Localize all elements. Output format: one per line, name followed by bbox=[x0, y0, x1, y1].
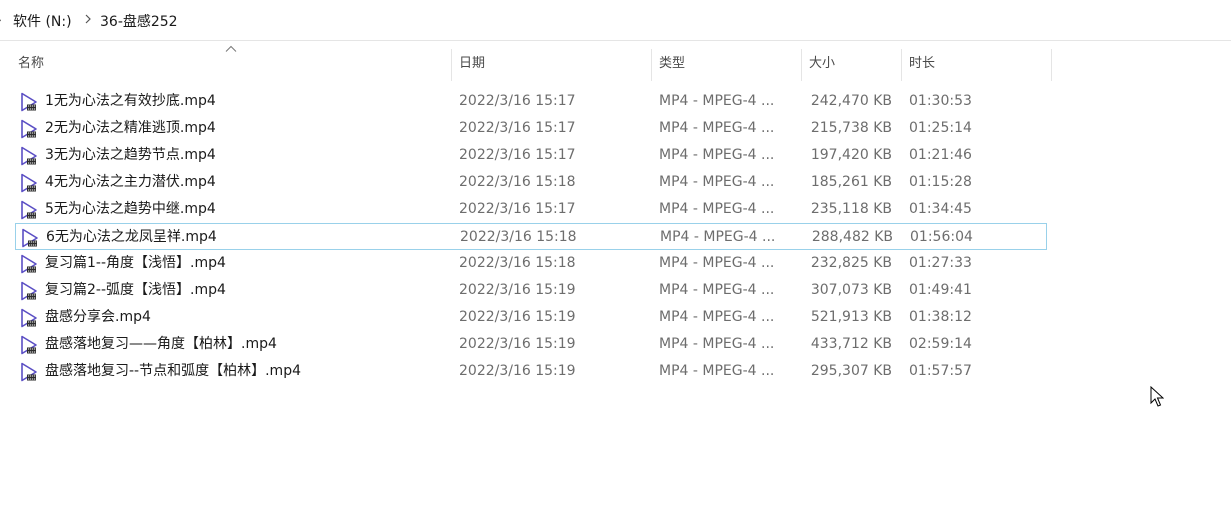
file-duration: 01:27:33 bbox=[909, 255, 972, 271]
file-size: 232,825 KB bbox=[810, 255, 892, 271]
file-name: 盘感落地复习——角度【柏林】.mp4 bbox=[45, 336, 277, 352]
file-size: 521,913 KB bbox=[810, 309, 892, 325]
file-type: MP4 - MPEG-4 ... bbox=[659, 201, 775, 217]
file-name: 2无为心法之精准逃顶.mp4 bbox=[45, 120, 216, 136]
file-size: 307,073 KB bbox=[810, 282, 892, 298]
file-name: 复习篇1--角度【浅悟】.mp4 bbox=[45, 255, 226, 271]
video-file-icon bbox=[21, 254, 37, 274]
file-date: 2022/3/16 15:17 bbox=[459, 93, 576, 109]
file-name: 盘感落地复习--节点和弧度【柏林】.mp4 bbox=[45, 363, 301, 379]
file-duration: 01:30:53 bbox=[909, 93, 972, 109]
file-size: 242,470 KB bbox=[810, 93, 892, 109]
file-name: 复习篇2--弧度【浅悟】.mp4 bbox=[45, 282, 226, 298]
file-date: 2022/3/16 15:19 bbox=[459, 363, 576, 379]
file-date: 2022/3/16 15:17 bbox=[459, 147, 576, 163]
file-duration: 01:15:28 bbox=[909, 174, 972, 190]
file-duration: 01:34:45 bbox=[909, 201, 972, 217]
file-row[interactable]: 2无为心法之精准逃顶.mp4 2022/3/16 15:17 MP4 - MPEG-… bbox=[15, 115, 1047, 142]
file-type: MP4 - MPEG-4 ... bbox=[659, 363, 775, 379]
video-file-icon bbox=[21, 362, 37, 382]
file-date: 2022/3/16 15:18 bbox=[459, 174, 576, 190]
file-duration: 01:25:14 bbox=[909, 120, 972, 136]
file-name: 4无为心法之主力潜伏.mp4 bbox=[45, 174, 216, 190]
file-type: MP4 - MPEG-4 ... bbox=[660, 229, 776, 245]
chevron-right-icon[interactable] bbox=[83, 12, 93, 26]
column-header-size[interactable]: 大小 bbox=[802, 41, 901, 81]
file-row[interactable]: 复习篇1--角度【浅悟】.mp4 2022/3/16 15:18 MP4 - MPE… bbox=[15, 250, 1047, 277]
file-type: MP4 - MPEG-4 ... bbox=[659, 174, 775, 190]
file-duration: 01:21:46 bbox=[909, 147, 972, 163]
file-duration: 02:59:14 bbox=[909, 336, 972, 352]
video-file-icon bbox=[22, 228, 38, 248]
file-row[interactable]: 盘感落地复习--节点和弧度【柏林】.mp4 2022/3/16 15:19 MP4 … bbox=[15, 358, 1047, 385]
file-row[interactable]: 复习篇2--弧度【浅悟】.mp4 2022/3/16 15:19 MP4 - MPE… bbox=[15, 277, 1047, 304]
column-header-date[interactable]: 日期 bbox=[452, 41, 651, 81]
video-file-icon bbox=[21, 335, 37, 355]
column-header-duration[interactable]: 时长 bbox=[902, 41, 1051, 81]
address-bar[interactable]: › 软件 (N:) 36-盘感252 bbox=[0, 0, 1231, 41]
video-file-icon bbox=[21, 92, 37, 112]
file-date: 2022/3/16 15:17 bbox=[459, 120, 576, 136]
file-type: MP4 - MPEG-4 ... bbox=[659, 255, 775, 271]
video-file-icon bbox=[21, 281, 37, 301]
column-divider[interactable] bbox=[1051, 49, 1052, 81]
file-type: MP4 - MPEG-4 ... bbox=[659, 147, 775, 163]
column-header-duration-label: 时长 bbox=[909, 55, 936, 71]
file-date: 2022/3/16 15:19 bbox=[459, 336, 576, 352]
mouse-pointer-icon bbox=[1150, 386, 1164, 407]
column-header-type-label: 类型 bbox=[659, 55, 686, 71]
video-file-icon bbox=[21, 119, 37, 139]
file-date: 2022/3/16 15:18 bbox=[459, 255, 576, 271]
file-duration: 01:56:04 bbox=[910, 229, 973, 245]
file-name: 3无为心法之趋势节点.mp4 bbox=[45, 147, 216, 163]
file-size: 288,482 KB bbox=[811, 229, 893, 245]
file-size: 185,261 KB bbox=[810, 174, 892, 190]
file-type: MP4 - MPEG-4 ... bbox=[659, 336, 775, 352]
file-duration: 01:57:57 bbox=[909, 363, 972, 379]
video-file-icon bbox=[21, 173, 37, 193]
file-name: 5无为心法之趋势中继.mp4 bbox=[45, 201, 216, 217]
file-date: 2022/3/16 15:18 bbox=[460, 229, 577, 245]
file-row[interactable]: 盘感分享会.mp4 2022/3/16 15:19 MP4 - MPEG-4 ...… bbox=[15, 304, 1047, 331]
file-type: MP4 - MPEG-4 ... bbox=[659, 120, 775, 136]
chevron-right-icon[interactable]: › bbox=[0, 13, 7, 27]
file-name: 盘感分享会.mp4 bbox=[45, 309, 151, 325]
file-date: 2022/3/16 15:17 bbox=[459, 201, 576, 217]
file-type: MP4 - MPEG-4 ... bbox=[659, 93, 775, 109]
file-duration: 01:49:41 bbox=[909, 282, 972, 298]
file-duration: 01:38:12 bbox=[909, 309, 972, 325]
video-file-icon bbox=[21, 146, 37, 166]
column-header-name-label: 名称 bbox=[18, 55, 45, 71]
file-row[interactable]: 6无为心法之龙凤呈祥.mp4 2022/3/16 15:18 MP4 - MPEG-… bbox=[15, 223, 1047, 250]
file-size: 295,307 KB bbox=[810, 363, 892, 379]
file-row[interactable]: 5无为心法之趋势中继.mp4 2022/3/16 15:17 MP4 - MPEG-… bbox=[15, 196, 1047, 223]
file-date: 2022/3/16 15:19 bbox=[459, 309, 576, 325]
file-type: MP4 - MPEG-4 ... bbox=[659, 309, 775, 325]
file-date: 2022/3/16 15:19 bbox=[459, 282, 576, 298]
column-header-type[interactable]: 类型 bbox=[652, 41, 801, 81]
file-size: 215,738 KB bbox=[810, 120, 892, 136]
file-row[interactable]: 盘感落地复习——角度【柏林】.mp4 2022/3/16 15:19 MP4 - M… bbox=[15, 331, 1047, 358]
column-header-row: 名称 日期 类型 大小 时长 bbox=[0, 41, 1231, 81]
column-header-size-label: 大小 bbox=[809, 55, 836, 71]
file-size: 235,118 KB bbox=[810, 201, 892, 217]
file-row[interactable]: 3无为心法之趋势节点.mp4 2022/3/16 15:17 MP4 - MPEG-… bbox=[15, 142, 1047, 169]
video-file-icon bbox=[21, 200, 37, 220]
file-type: MP4 - MPEG-4 ... bbox=[659, 282, 775, 298]
file-name: 6无为心法之龙凤呈祥.mp4 bbox=[46, 229, 217, 245]
breadcrumb-folder[interactable]: 36-盘感252 bbox=[100, 11, 178, 31]
video-file-icon bbox=[21, 308, 37, 328]
file-name: 1无为心法之有效抄底.mp4 bbox=[45, 93, 216, 109]
file-row[interactable]: 1无为心法之有效抄底.mp4 2022/3/16 15:17 MP4 - MPEG-… bbox=[15, 88, 1047, 115]
file-size: 433,712 KB bbox=[810, 336, 892, 352]
column-header-date-label: 日期 bbox=[459, 55, 486, 71]
file-size: 197,420 KB bbox=[810, 147, 892, 163]
file-row[interactable]: 4无为心法之主力潜伏.mp4 2022/3/16 15:18 MP4 - MPEG-… bbox=[15, 169, 1047, 196]
column-header-name[interactable]: 名称 bbox=[11, 41, 451, 81]
breadcrumb-drive[interactable]: 软件 (N:) bbox=[13, 11, 72, 31]
